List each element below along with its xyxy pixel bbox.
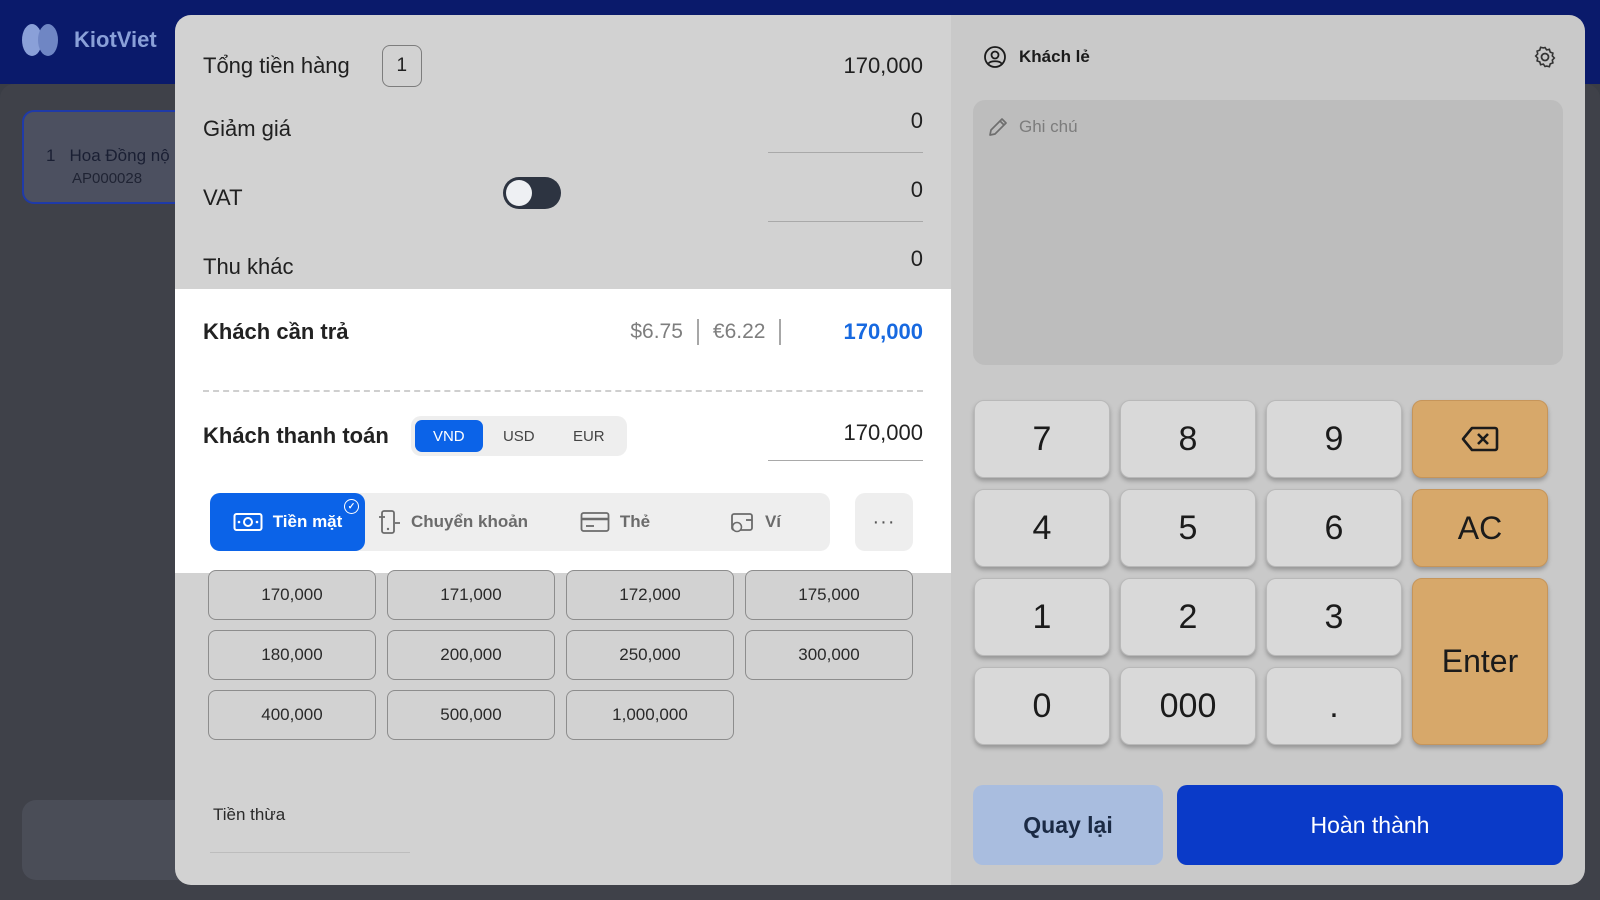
key-6[interactable]: 6: [1266, 489, 1402, 567]
card-icon: [580, 512, 610, 532]
amount-due-label: Khách cần trả: [203, 319, 349, 344]
method-card-label: Thẻ: [619, 512, 651, 531]
customer-selector[interactable]: Khách lẻ: [983, 45, 1090, 69]
currency-option-eur[interactable]: EUR: [555, 420, 623, 452]
method-transfer-label: Chuyển khoản: [410, 512, 529, 531]
key-0[interactable]: 0: [974, 667, 1110, 745]
change-label: Tiền thừa: [213, 805, 286, 824]
payment-methods: Tiền mặt ✓ Chuyển khoản Thẻ Ví: [210, 493, 830, 551]
vat-row: VAT 0: [203, 174, 923, 222]
method-wallet[interactable]: Ví: [690, 493, 820, 551]
discount-row: Giảm giá 0: [203, 105, 923, 153]
backspace-key[interactable]: [1412, 400, 1548, 478]
enter-key[interactable]: Enter: [1412, 578, 1548, 745]
payment-panel: Khách cần trả $6.75 €6.22 170,000 Khách …: [175, 289, 951, 573]
key-4[interactable]: 4: [974, 489, 1110, 567]
preset-amount-button[interactable]: 300,000: [745, 630, 913, 680]
customer-name: Khách lẻ: [1019, 47, 1090, 66]
key-000[interactable]: 000: [1120, 667, 1256, 745]
total-goods-row: Tổng tiền hàng 1 170,000: [203, 43, 923, 89]
note-placeholder: Ghi chú: [987, 116, 1078, 138]
discount-label: Giảm giá: [203, 116, 292, 141]
total-goods-label: Tổng tiền hàng: [203, 53, 350, 78]
complete-button[interactable]: Hoàn thành: [1177, 785, 1563, 865]
more-methods-button[interactable]: ···: [855, 493, 913, 551]
order-name: Hoa Đồng nộ: [69, 146, 170, 165]
preset-amount-button[interactable]: 250,000: [566, 630, 734, 680]
divider: [696, 319, 699, 345]
method-wallet-label: Ví: [764, 512, 782, 531]
preset-amount-button[interactable]: 500,000: [387, 690, 555, 740]
kiotviet-logo-icon: [22, 22, 64, 58]
order-index: 1: [46, 146, 56, 165]
preset-amount-button[interactable]: 172,000: [566, 570, 734, 620]
backspace-icon: [1461, 426, 1499, 452]
amount-presets: 170,000 171,000 172,000 175,000 180,000 …: [208, 570, 913, 740]
payment-amount-input[interactable]: 170,000: [768, 411, 923, 461]
payment-modal: Tổng tiền hàng 1 170,000 Giảm giá 0 VAT …: [175, 15, 1585, 885]
total-goods-qty-badge[interactable]: 1: [381, 45, 422, 87]
key-3[interactable]: 3: [1266, 578, 1402, 656]
pencil-icon: [989, 118, 1007, 136]
gear-icon[interactable]: [1533, 45, 1557, 69]
total-goods-value: 170,000: [843, 53, 923, 78]
other-fee-label: Thu khác: [203, 254, 294, 279]
vat-toggle[interactable]: [503, 177, 561, 209]
app-brand: KiotViet: [74, 27, 157, 52]
numeric-keypad: 7 8 9 4 5 6 AC 1 2 3 Enter 0 000 .: [974, 400, 1564, 760]
method-card[interactable]: Thẻ: [540, 493, 690, 551]
other-fee-row: Thu khác 0: [203, 243, 923, 291]
transfer-icon: [378, 510, 400, 534]
dashed-divider: [203, 390, 923, 392]
check-circle-icon: ✓: [344, 499, 359, 514]
method-transfer[interactable]: Chuyển khoản: [365, 493, 540, 551]
amount-due-total: 170,000: [843, 319, 923, 344]
method-cash[interactable]: Tiền mặt ✓: [210, 493, 365, 551]
preset-amount-button[interactable]: 170,000: [208, 570, 376, 620]
other-fee-value: 0: [910, 246, 923, 271]
key-8[interactable]: 8: [1120, 400, 1256, 478]
cash-icon: [233, 513, 263, 531]
vat-label: VAT: [203, 185, 243, 210]
preset-amount-button[interactable]: 1,000,000: [566, 690, 734, 740]
discount-value: 0: [910, 108, 923, 133]
back-button[interactable]: Quay lại: [973, 785, 1163, 865]
app-logo: KiotViet: [22, 22, 157, 58]
currency-option-vnd[interactable]: VND: [414, 420, 483, 452]
amount-due-row: Khách cần trả $6.75 €6.22 170,000: [203, 319, 923, 345]
currency-selector: VND USD EUR: [410, 416, 627, 456]
amount-due-eur: €6.22: [712, 320, 766, 343]
note-textarea[interactable]: Ghi chú: [973, 100, 1563, 365]
preset-amount-button[interactable]: 200,000: [387, 630, 555, 680]
discount-field[interactable]: [768, 105, 923, 153]
user-circle-icon: [984, 46, 1006, 68]
divider: [779, 319, 782, 345]
preset-amount-button[interactable]: 180,000: [208, 630, 376, 680]
preset-amount-button[interactable]: 171,000: [387, 570, 555, 620]
payment-summary-pane: Tổng tiền hàng 1 170,000 Giảm giá 0 VAT …: [175, 15, 951, 885]
preset-amount-button[interactable]: 400,000: [208, 690, 376, 740]
preset-amount-button[interactable]: 175,000: [745, 570, 913, 620]
key-5[interactable]: 5: [1120, 489, 1256, 567]
vat-field[interactable]: [768, 174, 923, 222]
amount-due-usd: $6.75: [630, 320, 683, 343]
customer-payment-row: Khách thanh toán VND USD EUR 170,000: [203, 411, 923, 461]
amount-due-fx: $6.75 €6.22: [630, 319, 795, 345]
key-2[interactable]: 2: [1120, 578, 1256, 656]
currency-option-usd[interactable]: USD: [485, 420, 553, 452]
keypad-pane: Khách lẻ Ghi chú 7 8 9 4 5 6 AC 1 2 3 En…: [951, 15, 1585, 885]
clear-all-key[interactable]: AC: [1412, 489, 1548, 567]
key-1[interactable]: 1: [974, 578, 1110, 656]
key-dot[interactable]: .: [1266, 667, 1402, 745]
note-placeholder-text: Ghi chú: [1019, 117, 1078, 136]
method-cash-label: Tiền mặt: [272, 512, 343, 531]
key-9[interactable]: 9: [1266, 400, 1402, 478]
change-divider: [210, 852, 410, 853]
key-7[interactable]: 7: [974, 400, 1110, 478]
wallet-icon: [731, 513, 753, 533]
customer-payment-label: Khách thanh toán: [203, 423, 389, 448]
vat-value: 0: [910, 177, 923, 202]
